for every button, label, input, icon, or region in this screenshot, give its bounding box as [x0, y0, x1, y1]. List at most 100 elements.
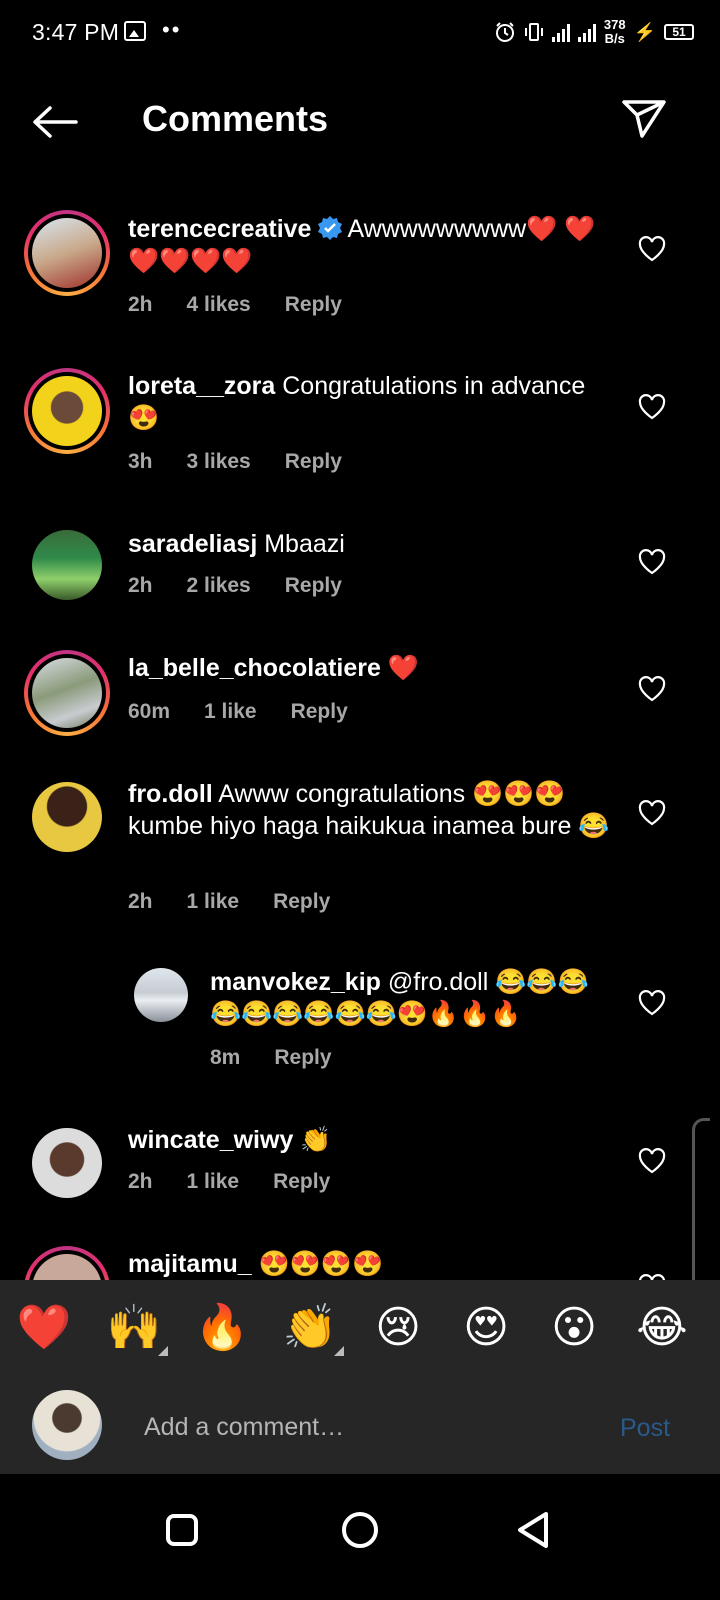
- recents-square-icon[interactable]: [152, 1500, 212, 1560]
- comment-text-block: wincate_wiwy 👏: [128, 1124, 618, 1156]
- comment-body: 👏: [300, 1126, 332, 1154]
- reply-button[interactable]: Reply: [291, 700, 348, 724]
- avatar: [32, 218, 102, 288]
- comment-composer: Post: [0, 1376, 720, 1474]
- comment-likes[interactable]: 1 like: [204, 700, 257, 724]
- post-button[interactable]: Post: [620, 1414, 670, 1443]
- system-nav-bar: [0, 1474, 720, 1600]
- reply-button[interactable]: Reply: [285, 293, 342, 317]
- comment-text-block: loreta__zora Congratulations in advance …: [128, 370, 618, 434]
- reaction-laugh[interactable]: 😂: [632, 1300, 692, 1356]
- gallery-icon: [124, 21, 146, 41]
- comment-time: 2h: [128, 574, 153, 597]
- comment-text-block: fro.doll Awww congratulations 😍😍😍 kumbe …: [128, 778, 618, 842]
- comment-time: 60m: [128, 700, 171, 723]
- avatar[interactable]: [32, 1128, 102, 1198]
- heart-icon[interactable]: [638, 676, 666, 702]
- comment-username[interactable]: fro.doll: [128, 780, 213, 808]
- comment-time: 2h: [128, 890, 153, 913]
- comment-username[interactable]: wincate_wiwy: [128, 1126, 293, 1154]
- battery-level: 51: [672, 25, 686, 39]
- comment-likes[interactable]: 1 like: [187, 1170, 240, 1194]
- comment-meta: 2h 1 like Reply: [128, 1170, 364, 1194]
- avatar: [32, 376, 102, 446]
- reaction-clap-glyph: 👏: [282, 1302, 338, 1353]
- signal-icon-2: [577, 22, 596, 42]
- reaction-wow[interactable]: 😮: [544, 1300, 604, 1356]
- reply-button[interactable]: Reply: [285, 450, 342, 474]
- heart-icon[interactable]: [638, 549, 666, 575]
- story-ring[interactable]: [24, 650, 110, 736]
- comment-likes[interactable]: 4 likes: [187, 293, 251, 317]
- comment-body: Mbaazi: [264, 530, 345, 558]
- comment-likes[interactable]: 3 likes: [187, 450, 251, 474]
- heart-icon[interactable]: [638, 990, 666, 1016]
- reaction-heart-eyes[interactable]: 😍: [456, 1300, 516, 1356]
- reply-button[interactable]: Reply: [273, 890, 330, 914]
- comment-likes[interactable]: 2 likes: [187, 574, 251, 598]
- comment-text-block: majitamu_ 😍😍😍😍: [128, 1248, 618, 1280]
- comment-username[interactable]: terencecreative: [128, 215, 311, 243]
- comment-text-block: terencecreative Awwwwwwwww❤️ ❤️❤️❤️❤️❤️: [128, 213, 608, 277]
- comment-username[interactable]: la_belle_chocolatiere: [128, 654, 381, 682]
- reaction-fire[interactable]: 🔥: [192, 1300, 252, 1356]
- page-title: Comments: [142, 98, 329, 139]
- heart-icon[interactable]: [638, 236, 666, 262]
- comment-input[interactable]: [142, 1404, 586, 1450]
- paper-plane-icon[interactable]: [620, 96, 668, 140]
- comment-text-block: la_belle_chocolatiere ❤️: [128, 652, 618, 684]
- comment-meta: 3h 3 likes Reply: [128, 450, 376, 474]
- avatar[interactable]: [32, 530, 102, 600]
- comment-time: 8m: [210, 1046, 241, 1069]
- story-ring[interactable]: [24, 210, 110, 296]
- status-bar: 3:47 PM •• 378 B/s ⚡ 51: [0, 0, 720, 64]
- verified-badge-icon: [318, 216, 343, 240]
- battery-icon: 51: [664, 24, 694, 40]
- comment-time: 3h: [128, 450, 153, 473]
- heart-icon[interactable]: [638, 1148, 666, 1174]
- notification-dots: ••: [162, 17, 182, 42]
- comment-meta: 2h 1 like Reply: [128, 890, 364, 914]
- comment-likes[interactable]: 1 like: [187, 890, 240, 914]
- comment-username[interactable]: manvokez_kip: [210, 968, 381, 996]
- avatar[interactable]: [32, 782, 102, 852]
- reply-button[interactable]: Reply: [273, 1170, 330, 1194]
- home-circle-icon[interactable]: [330, 1500, 390, 1560]
- vibrate-icon: [524, 23, 543, 41]
- header: Comments: [0, 80, 720, 160]
- heart-icon[interactable]: [638, 394, 666, 420]
- reaction-raised-hands-glyph: 🙌: [106, 1302, 162, 1353]
- comment-username[interactable]: loreta__zora: [128, 372, 275, 400]
- story-ring[interactable]: [24, 368, 110, 454]
- reaction-clap[interactable]: 👏: [280, 1300, 344, 1356]
- status-time: 3:47 PM: [32, 19, 120, 45]
- comment-username[interactable]: majitamu_: [128, 1250, 252, 1278]
- reply-button[interactable]: Reply: [285, 574, 342, 598]
- back-triangle-icon[interactable]: [504, 1500, 564, 1560]
- avatar[interactable]: [134, 968, 188, 1022]
- comment-username[interactable]: saradeliasj: [128, 530, 257, 558]
- heart-icon[interactable]: [638, 800, 666, 826]
- comment-meta: 2h 2 likes Reply: [128, 574, 376, 598]
- charging-icon: ⚡: [633, 21, 656, 42]
- reply-button[interactable]: Reply: [274, 1046, 331, 1070]
- scroll-indicator[interactable]: [692, 1118, 710, 1298]
- comment-time: 2h: [128, 293, 153, 316]
- comment-meta: 60m 1 like Reply: [128, 700, 382, 724]
- reaction-raised-hands[interactable]: 🙌: [104, 1300, 168, 1356]
- comment-text-block: saradeliasj Mbaazi: [128, 528, 618, 560]
- comment-meta: 2h 4 likes Reply: [128, 293, 376, 317]
- comment-body: ❤️: [387, 654, 419, 682]
- comment-body: 😍😍😍😍: [258, 1250, 384, 1278]
- speed-value: 378: [603, 17, 626, 32]
- comment-text-block: manvokez_kip @fro.doll 😂😂😂 😂😂😂😂😂😂😍🔥🔥🔥: [210, 966, 620, 1030]
- comment-time: 2h: [128, 1170, 153, 1193]
- arrow-left-icon[interactable]: [30, 102, 80, 142]
- reaction-heart[interactable]: ❤️: [14, 1300, 74, 1356]
- comment-meta: 8m Reply: [210, 1046, 366, 1070]
- status-icons: 378 B/s ⚡ 51: [494, 16, 694, 48]
- user-avatar: [32, 1390, 102, 1460]
- reaction-cry[interactable]: 😢: [368, 1300, 428, 1356]
- network-speed: 378 B/s: [604, 18, 626, 46]
- signal-icon: [551, 22, 570, 42]
